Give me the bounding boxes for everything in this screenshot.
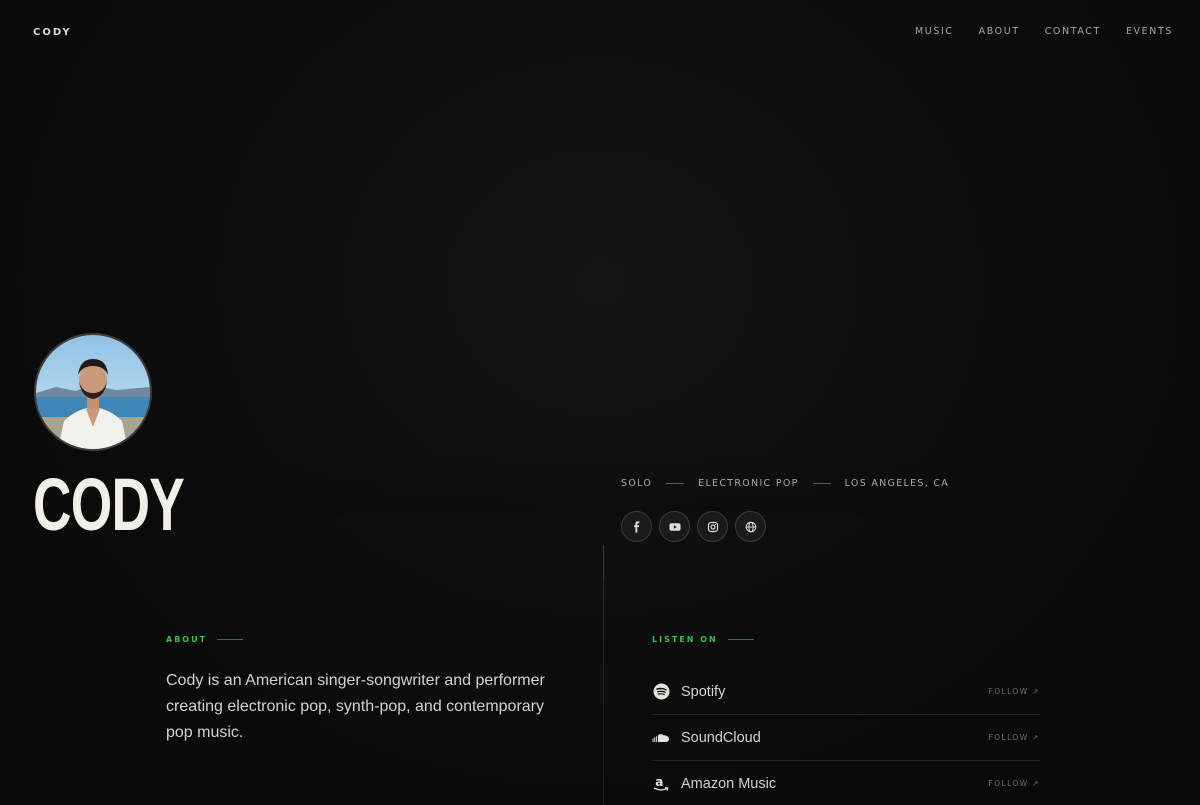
follow-link[interactable]: FOLLOW ↗ — [989, 779, 1041, 788]
listen-label-line — [727, 639, 754, 640]
artist-name-heading: CODY — [33, 463, 185, 546]
column-divider — [603, 545, 604, 805]
meta-separator — [812, 483, 831, 484]
service-amazon-music[interactable]: a Amazon Music FOLLOW ↗ — [652, 761, 1040, 805]
website-link[interactable] — [735, 511, 766, 542]
follow-link[interactable]: FOLLOW ↗ — [989, 687, 1041, 696]
listen-label-text: LISTEN ON — [652, 635, 718, 644]
about-section-label: ABOUT — [166, 635, 244, 644]
follow-link[interactable]: FOLLOW ↗ — [989, 733, 1041, 742]
meta-genre: ELECTRONIC POP — [698, 478, 799, 489]
service-name: Amazon Music — [681, 775, 777, 792]
social-links — [621, 511, 766, 542]
column-divider-accent — [603, 545, 604, 579]
service-soundcloud[interactable]: SoundCloud FOLLOW ↗ — [652, 715, 1040, 761]
globe-icon — [745, 521, 756, 532]
nav-contact[interactable]: CONTACT — [1045, 26, 1101, 37]
meta-separator — [666, 483, 685, 484]
meta-location: LOS ANGELES, CA — [844, 478, 950, 489]
youtube-icon — [669, 522, 680, 531]
facebook-icon — [633, 520, 639, 533]
artist-avatar — [34, 333, 152, 451]
main-nav: MUSIC ABOUT CONTACT EVENTS — [915, 26, 1173, 37]
about-label-line — [217, 639, 244, 640]
instagram-icon — [707, 521, 718, 532]
facebook-link[interactable] — [621, 511, 652, 542]
artist-meta: SOLO ELECTRONIC POP LOS ANGELES, CA — [621, 478, 949, 489]
svg-text:a: a — [655, 775, 663, 789]
streaming-services-list: Spotify FOLLOW ↗ SoundCloud FOLLOW ↗ a A… — [652, 669, 1040, 805]
youtube-link[interactable] — [659, 511, 690, 542]
soundcloud-icon — [652, 729, 670, 747]
service-name: SoundCloud — [681, 729, 761, 746]
spotify-icon — [652, 683, 670, 701]
nav-about[interactable]: ABOUT — [979, 26, 1020, 37]
artist-page: CODY MUSIC ABOUT CONTACT EVENTS CODY SOL… — [0, 0, 1200, 805]
audio-waveform-graphic — [0, 95, 1200, 515]
nav-music[interactable]: MUSIC — [915, 26, 954, 37]
meta-type: SOLO — [621, 478, 653, 489]
listen-section-label: LISTEN ON — [652, 635, 754, 644]
about-description: Cody is an American singer-songwriter an… — [166, 672, 545, 741]
artist-photo — [36, 335, 150, 449]
service-spotify[interactable]: Spotify FOLLOW ↗ — [652, 669, 1040, 715]
instagram-link[interactable] — [697, 511, 728, 542]
service-name: Spotify — [681, 683, 726, 700]
nav-events[interactable]: EVENTS — [1126, 26, 1173, 37]
about-label-text: ABOUT — [166, 635, 208, 644]
amazon-icon: a — [652, 775, 670, 793]
site-logo[interactable]: CODY — [33, 27, 72, 38]
